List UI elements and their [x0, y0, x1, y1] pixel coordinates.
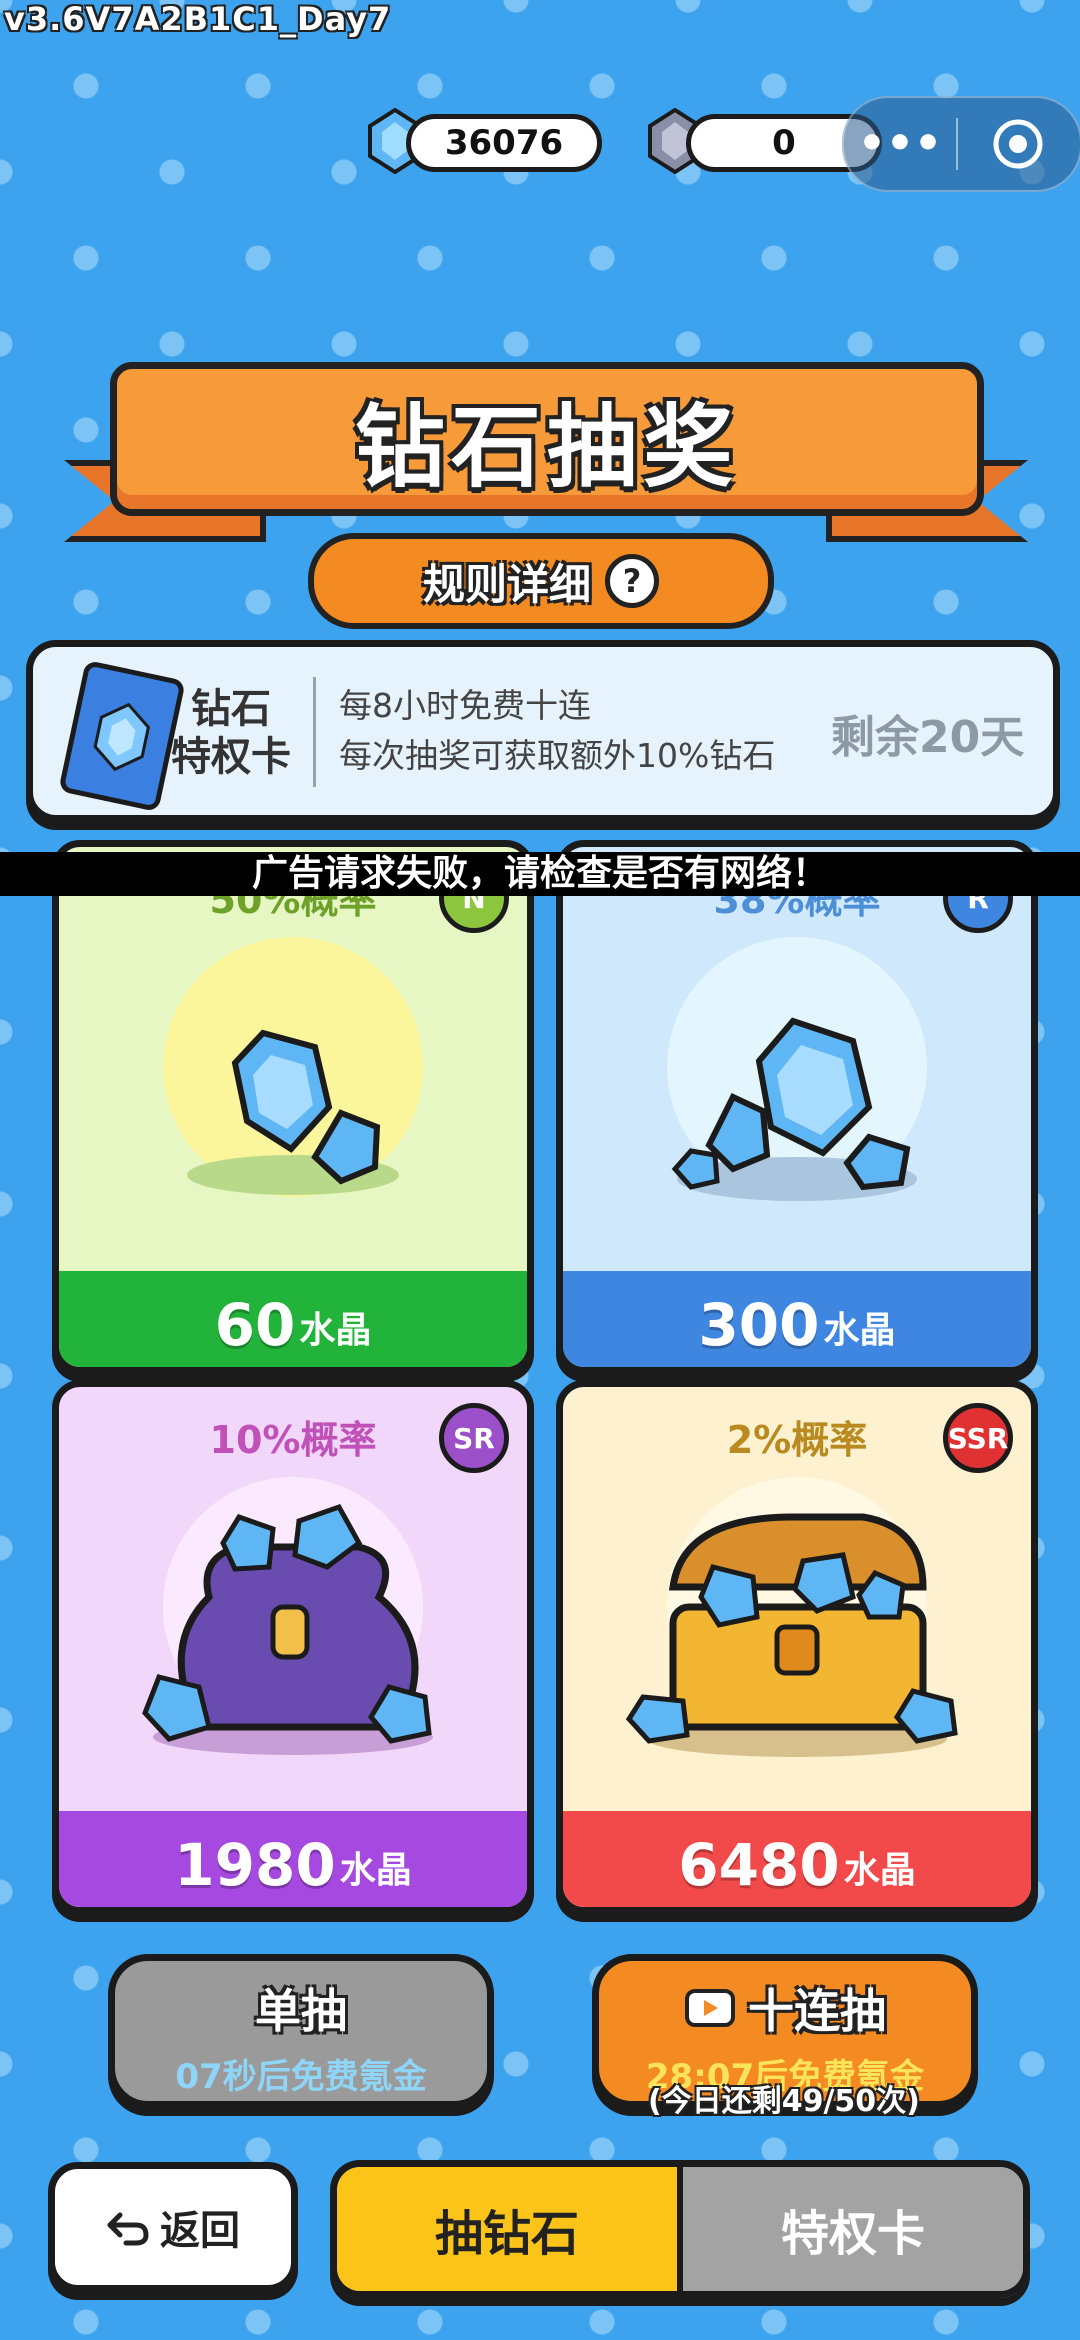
- prize-unit: 水晶: [299, 1310, 372, 1351]
- prize-unit: 水晶: [823, 1310, 896, 1351]
- card-icon: [58, 659, 186, 813]
- prize-amount-bar: 60 水晶: [59, 1271, 527, 1367]
- prize-card-sr: 10%概率 SR 1980 水晶: [52, 1380, 534, 1914]
- more-menu-button[interactable]: •••: [844, 104, 956, 184]
- back-button[interactable]: 返回: [48, 2162, 298, 2292]
- rules-label: 规则详细: [422, 559, 591, 609]
- prize-amount-bar: 6480 水晶: [563, 1811, 1031, 1907]
- tab-privilege-card[interactable]: 特权卡: [677, 2167, 1023, 2291]
- rarity-badge: SSR: [943, 1403, 1013, 1473]
- prize-amount: 1980: [174, 1831, 336, 1899]
- prize-amount-bar: 300 水晶: [563, 1271, 1031, 1367]
- help-icon: ?: [605, 554, 659, 608]
- prize-amount: 60: [214, 1291, 296, 1359]
- crystal-bag-icon: [142, 1503, 433, 1755]
- prize-amount: 300: [698, 1291, 820, 1359]
- privilege-card-panel[interactable]: 钻石 特权卡 每8小时免费十连 每次抽奖可获取额外10%钻石 剩余20天: [26, 640, 1060, 822]
- diamond-count: 36076: [406, 114, 602, 172]
- prize-card-ssr: 2%概率 SSR 6480 水晶: [556, 1380, 1038, 1914]
- mini-program-capsule: •••: [842, 96, 1080, 192]
- prize-unit: 水晶: [843, 1850, 916, 1891]
- prize-card-r: 38%概率 R 300 水晶: [556, 840, 1038, 1374]
- single-draw-label: 单抽: [255, 1984, 347, 2038]
- prize-card-n: 50%概率 N 60 水晶: [52, 840, 534, 1374]
- crystal-small-icon: [187, 1029, 399, 1195]
- tab-draw-diamond[interactable]: 抽钻石: [337, 2167, 677, 2291]
- return-arrow-icon: [107, 2212, 149, 2246]
- privilege-card-name: 钻石 特权卡: [171, 685, 291, 781]
- daily-remaining-note: (今日还剩49/50次): [648, 2084, 920, 2119]
- privilege-description: 每8小时免费十连 每次抽奖可获取额外10%钻石: [339, 681, 775, 781]
- prize-unit: 水晶: [339, 1850, 412, 1891]
- treasure-chest-icon: [625, 1513, 958, 1757]
- desc-line1: 每8小时免费十连: [339, 686, 591, 725]
- prize-amount: 6480: [678, 1831, 840, 1899]
- ten-draw-label: 十连抽: [748, 1984, 886, 2038]
- single-draw-button[interactable]: 单抽 07秒后免费氪金: [108, 1954, 494, 2108]
- bottom-tabs: 抽钻石 特权卡: [330, 2160, 1030, 2298]
- title-banner: 钻石抽奖: [110, 362, 984, 516]
- toast-message: 广告请求失败，请检查是否有网络！: [0, 852, 1080, 896]
- crystal-cluster-icon: [671, 1017, 917, 1201]
- page-title: 钻石抽奖: [355, 395, 739, 500]
- back-label: 返回: [160, 2208, 240, 2254]
- single-draw-timer: 07秒后免费氪金: [175, 2057, 427, 2097]
- card-name-line1: 钻石: [191, 686, 271, 732]
- video-ad-icon: [685, 1989, 735, 2027]
- divider: [313, 677, 316, 787]
- card-name-line2: 特权卡: [171, 734, 291, 780]
- close-target-button[interactable]: [958, 117, 1078, 171]
- rarity-badge: SR: [439, 1403, 509, 1473]
- prize-amount-bar: 1980 水晶: [59, 1811, 527, 1907]
- remaining-days: 剩余20天: [831, 712, 1025, 763]
- rules-button[interactable]: 规则详细 ?: [308, 533, 774, 629]
- desc-line2: 每次抽奖可获取额外10%钻石: [339, 736, 776, 775]
- version-label: v3.6V7A2B1C1_Day7: [4, 0, 392, 38]
- target-icon: [993, 119, 1043, 169]
